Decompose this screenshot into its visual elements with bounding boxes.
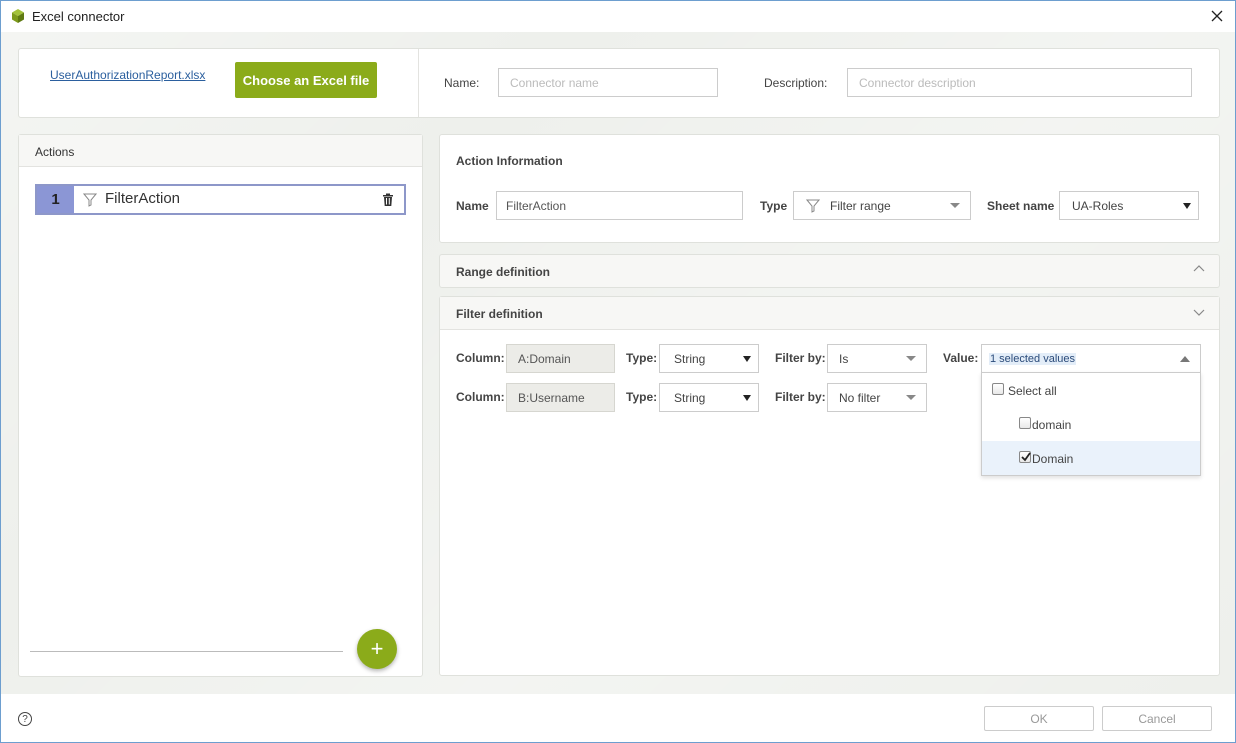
- ok-button[interactable]: OK: [984, 706, 1094, 731]
- title-bar: Excel connector: [1, 1, 1235, 32]
- checkbox[interactable]: [992, 383, 1004, 395]
- chevron-down-icon[interactable]: [1193, 306, 1205, 318]
- option-label: Domain: [1032, 452, 1074, 466]
- action-name: FilterAction: [105, 190, 181, 207]
- filter-by-value: Is: [839, 351, 849, 366]
- action-type-label: Type: [760, 199, 788, 213]
- action-name-label: Name: [456, 199, 489, 213]
- chevron-down-icon: [743, 394, 751, 401]
- filter-icon: [83, 193, 97, 207]
- action-type-value: Filter range: [830, 198, 891, 213]
- sheet-name-select[interactable]: UA-Roles: [1059, 191, 1199, 220]
- filter-by-value: No filter: [839, 390, 881, 405]
- type-value: String: [674, 390, 706, 405]
- checkbox[interactable]: [1019, 417, 1031, 429]
- type-select[interactable]: String: [659, 383, 759, 412]
- add-action-button[interactable]: +: [357, 629, 397, 669]
- filter-by-label: Filter by:: [775, 390, 826, 404]
- description-label: Description:: [764, 76, 828, 90]
- trash-icon[interactable]: [382, 193, 394, 207]
- type-select[interactable]: String: [659, 344, 759, 373]
- cube-icon: [12, 9, 24, 23]
- choose-excel-file-button[interactable]: Choose an Excel file: [235, 62, 377, 98]
- column-label: Column:: [456, 351, 505, 365]
- header-divider: [418, 49, 419, 117]
- option-domain-lower[interactable]: domain: [982, 407, 1200, 441]
- actions-header-bar: [19, 135, 422, 167]
- chevron-down-icon: [906, 394, 916, 400]
- value-summary: 1 selected values: [989, 352, 1076, 365]
- actions-panel: [18, 134, 423, 677]
- filter-by-select[interactable]: No filter: [827, 383, 927, 412]
- filter-definition-header-bar[interactable]: [440, 297, 1219, 330]
- type-value: String: [674, 351, 706, 366]
- window-title: Excel connector: [32, 9, 125, 24]
- action-number: 1: [37, 186, 74, 213]
- excel-connector-window: Excel connector UserAuthorizationReport.…: [0, 0, 1236, 743]
- value-dropdown: Select all domain Domain: [981, 372, 1201, 476]
- column-field: B:Username: [506, 383, 615, 412]
- chevron-down-icon: [906, 355, 916, 361]
- value-multiselect[interactable]: 1 selected values: [981, 344, 1201, 373]
- range-definition-header: Range definition: [456, 265, 550, 279]
- help-icon[interactable]: ?: [18, 712, 32, 726]
- connector-name-input[interactable]: Connector name: [498, 68, 718, 97]
- sheet-name-label: Sheet name: [987, 199, 1055, 213]
- chevron-down-icon: [1183, 202, 1191, 209]
- actions-bottom-divider: [30, 651, 343, 652]
- action-information-panel: [439, 134, 1220, 243]
- filter-definition-header: Filter definition: [456, 307, 543, 321]
- option-label: Select all: [1008, 384, 1057, 398]
- filter-by-select[interactable]: Is: [827, 344, 927, 373]
- connector-description-input[interactable]: Connector description: [847, 68, 1192, 97]
- option-domain-upper[interactable]: Domain: [982, 441, 1200, 475]
- sheet-name-value: UA-Roles: [1072, 198, 1124, 213]
- column-label: Column:: [456, 390, 505, 404]
- dialog-footer: ? OK Cancel: [1, 694, 1235, 742]
- cancel-button[interactable]: Cancel: [1102, 706, 1212, 731]
- filter-by-label: Filter by:: [775, 351, 826, 365]
- name-label: Name:: [444, 76, 480, 90]
- range-definition-panel[interactable]: [439, 254, 1220, 288]
- chevron-down-icon: [743, 355, 751, 362]
- action-name-input[interactable]: FilterAction: [496, 191, 743, 220]
- option-label: domain: [1032, 418, 1072, 432]
- chevron-down-icon: [950, 202, 960, 208]
- action-type-select[interactable]: Filter range: [793, 191, 971, 220]
- checkbox-checked[interactable]: [1019, 451, 1031, 463]
- file-link[interactable]: UserAuthorizationReport.xlsx: [50, 68, 205, 82]
- actions-header: Actions: [35, 145, 75, 159]
- option-select-all[interactable]: Select all: [982, 373, 1200, 407]
- action-information-header: Action Information: [456, 154, 563, 168]
- filter-icon: [806, 199, 820, 213]
- column-field: A:Domain: [506, 344, 615, 373]
- check-icon: [1021, 452, 1031, 462]
- caret-up-icon: [1180, 356, 1190, 362]
- type-label: Type:: [626, 351, 658, 365]
- type-label: Type:: [626, 390, 658, 404]
- chevron-up-icon[interactable]: [1193, 263, 1205, 275]
- action-item[interactable]: 1 FilterAction: [35, 184, 406, 215]
- value-label: Value:: [943, 351, 979, 365]
- close-icon[interactable]: [1207, 6, 1227, 26]
